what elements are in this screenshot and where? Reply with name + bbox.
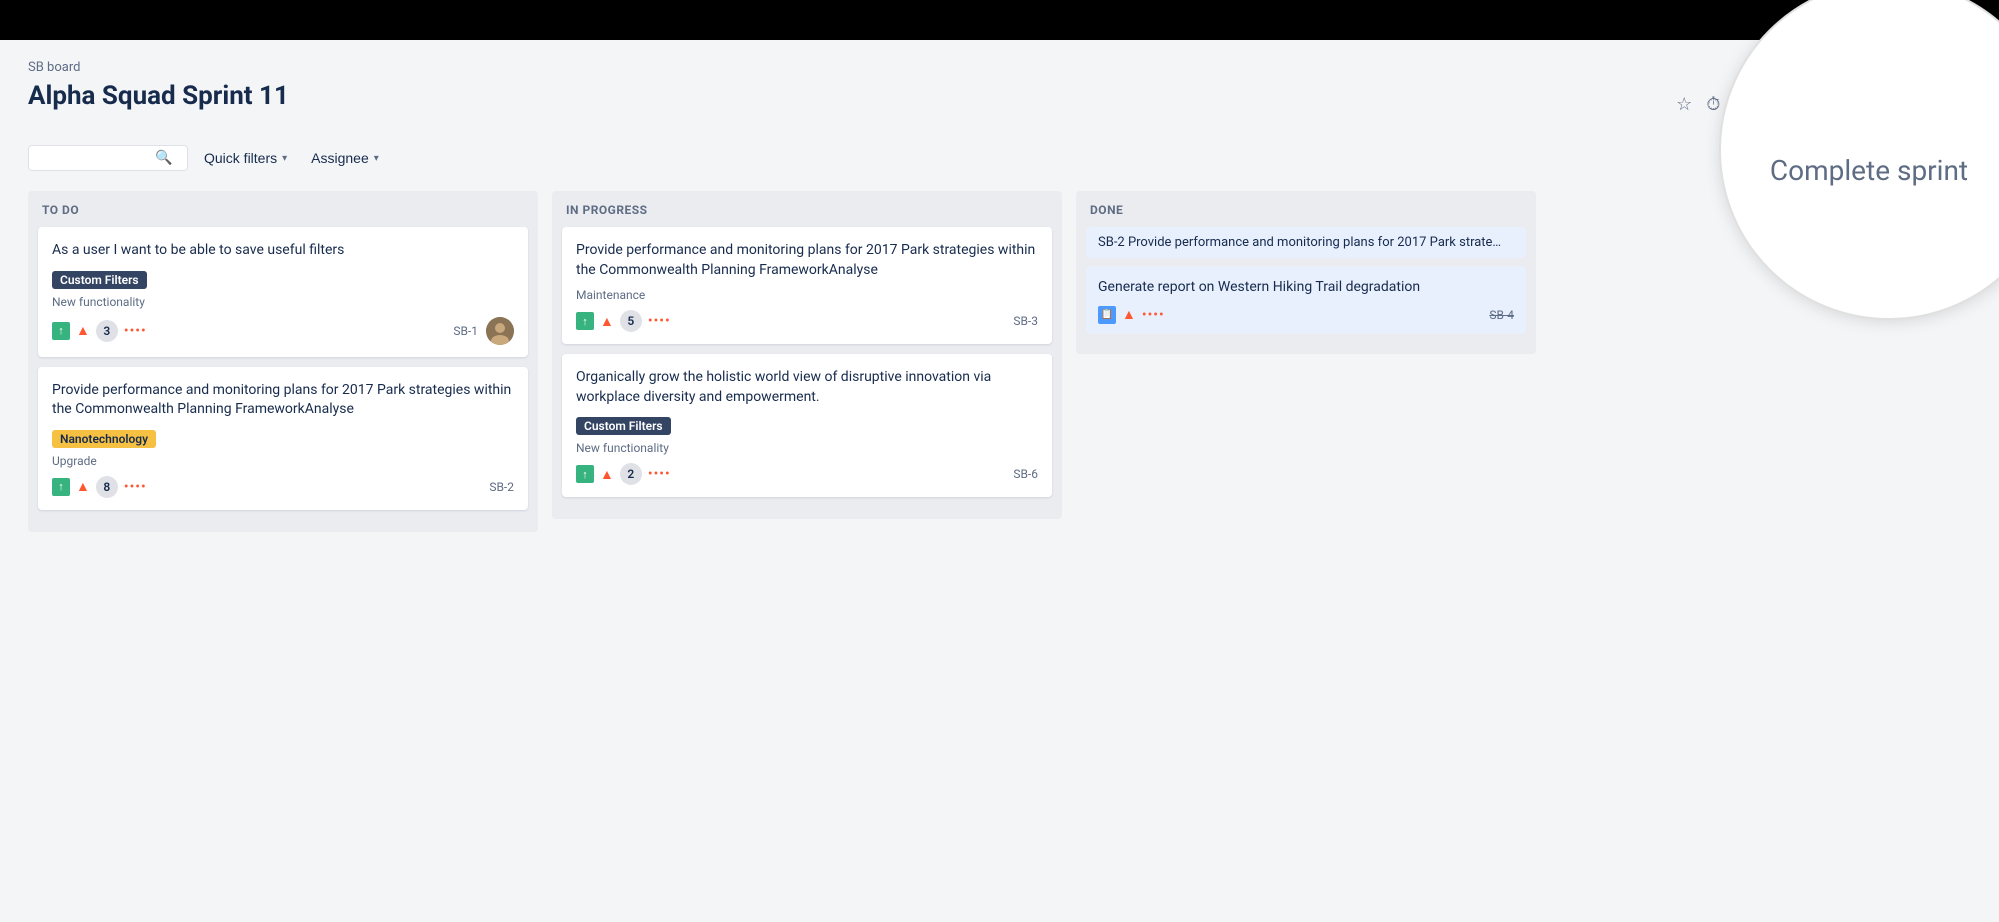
- story-points-sb6: 2: [620, 463, 642, 485]
- column-done: DONE SB-2 Provide performance and monito…: [1076, 191, 1536, 354]
- done-compact-title: SB-2 Provide performance and monitoring …: [1098, 235, 1514, 250]
- card-sb6-icons: ↑ ▲ 2 ••••: [576, 463, 671, 485]
- card-sb2-tag: Nanotechnology: [52, 430, 156, 448]
- card-sb2-footer: ↑ ▲ 8 •••• SB-2: [52, 476, 514, 498]
- days-label: 0 days: [1730, 96, 1771, 112]
- card-sb3: Provide performance and monitoring plans…: [562, 227, 1052, 344]
- card-sb2-type: Upgrade: [52, 454, 514, 468]
- header-row: Alpha Squad Sprint 11 ☆ ⏱ 0 days Complet…: [28, 81, 1971, 127]
- card-sb3-type: Maintenance: [576, 288, 1038, 302]
- search-input[interactable]: [39, 150, 149, 166]
- done-card-id: SB-4: [1489, 308, 1514, 322]
- card-sb6: Organically grow the holistic world view…: [562, 354, 1052, 497]
- story-icon-sb2: ↑: [52, 478, 70, 496]
- card-sb1-type: New functionality: [52, 295, 514, 309]
- story-points-sb1: 3: [96, 320, 118, 342]
- done-compact-card: SB-2 Provide performance and monitoring …: [1086, 227, 1526, 258]
- done-card-icons: 📋 ▲ ••••: [1098, 306, 1165, 324]
- card-id-sb3: SB-3: [1013, 314, 1038, 328]
- priority-icon: ▲: [76, 322, 90, 339]
- card-sb1: As a user I want to be able to save usef…: [38, 227, 528, 357]
- filter-row: 🔍 Quick filters ▾ Assignee ▾: [28, 145, 1971, 171]
- avatar-sb1: [486, 317, 514, 345]
- card-sb3-icons: ↑ ▲ 5 ••••: [576, 310, 671, 332]
- header-right: ☆ ⏱ 0 days Complete sprint ···: [1676, 88, 1971, 120]
- star-icon[interactable]: ☆: [1676, 94, 1692, 115]
- dots-sb6: ••••: [648, 466, 671, 482]
- done-full-card: Generate report on Western Hiking Trail …: [1086, 266, 1526, 334]
- header-title-section: SB board Alpha Squad Sprint 11 ☆ ⏱ 0 day…: [28, 60, 1971, 145]
- more-options-button[interactable]: ···: [1929, 93, 1971, 116]
- column-inprogress: IN PROGRESS Provide performance and moni…: [552, 191, 1062, 519]
- story-points-sb2: 8: [96, 476, 118, 498]
- priority-icon-sb2: ▲: [76, 478, 90, 495]
- card-id-sb1: SB-1: [453, 324, 478, 338]
- card-sb6-type: New functionality: [576, 441, 1038, 455]
- quick-filters-button[interactable]: Quick filters ▾: [196, 146, 295, 170]
- card-sb2: Provide performance and monitoring plans…: [38, 367, 528, 510]
- card-sb6-footer: ↑ ▲ 2 •••• SB-6: [576, 463, 1038, 485]
- assignee-label: Assignee: [311, 150, 369, 166]
- done-full-title: Generate report on Western Hiking Trail …: [1098, 278, 1514, 298]
- card-sb1-title: As a user I want to be able to save usef…: [52, 241, 514, 261]
- dots-sb2: ••••: [124, 479, 147, 495]
- priority-icon-sb3: ▲: [600, 313, 614, 330]
- card-sb1-icons: ↑ ▲ 3 ••••: [52, 320, 147, 342]
- card-id-sb6: SB-6: [1013, 467, 1038, 481]
- clock-row: ⏱ 0 days: [1706, 94, 1771, 115]
- card-id-sb2: SB-2: [489, 480, 514, 494]
- done-dots: ••••: [1142, 307, 1165, 323]
- column-inprogress-header: IN PROGRESS: [562, 203, 1052, 217]
- top-bar: [0, 0, 1999, 40]
- board: TO DO As a user I want to be able to sav…: [28, 191, 1971, 532]
- assignee-chevron: ▾: [374, 153, 379, 164]
- done-story-icon: 📋: [1098, 306, 1116, 324]
- search-box[interactable]: 🔍: [28, 145, 188, 171]
- dots-sb3: ••••: [648, 313, 671, 329]
- card-sb6-title: Organically grow the holistic world view…: [576, 368, 1038, 407]
- quick-filters-chevron: ▾: [282, 153, 287, 164]
- page-title: Alpha Squad Sprint 11: [28, 81, 289, 111]
- clock-icon: ⏱: [1706, 94, 1720, 115]
- page-wrapper: Complete sprint SB board Alpha Squad Spr…: [0, 40, 1999, 552]
- card-sb3-title: Provide performance and monitoring plans…: [576, 241, 1038, 280]
- card-sb3-footer: ↑ ▲ 5 •••• SB-3: [576, 310, 1038, 332]
- done-full-footer: 📋 ▲ •••• SB-4: [1098, 306, 1514, 324]
- search-icon: 🔍: [155, 150, 172, 166]
- card-sb1-footer: ↑ ▲ 3 •••• SB-1: [52, 317, 514, 345]
- quick-filters-label: Quick filters: [204, 150, 277, 166]
- priority-icon-sb6: ▲: [600, 466, 614, 483]
- breadcrumb: SB board: [28, 60, 1971, 75]
- assignee-filter-button[interactable]: Assignee ▾: [303, 146, 387, 170]
- story-icon-sb6: ↑: [576, 465, 594, 483]
- card-sb1-tag: Custom Filters: [52, 271, 147, 289]
- column-done-header: DONE: [1086, 203, 1526, 217]
- column-todo-header: TO DO: [38, 203, 528, 217]
- dots-sb1: ••••: [124, 323, 147, 339]
- done-priority-icon: ▲: [1122, 306, 1136, 323]
- card-sb6-tag: Custom Filters: [576, 417, 671, 435]
- story-points-sb3: 5: [620, 310, 642, 332]
- card-sb2-title: Provide performance and monitoring plans…: [52, 381, 514, 420]
- card-sb2-icons: ↑ ▲ 8 ••••: [52, 476, 147, 498]
- story-icon: ↑: [52, 322, 70, 340]
- column-todo: TO DO As a user I want to be able to sav…: [28, 191, 538, 532]
- story-icon-sb3: ↑: [576, 312, 594, 330]
- complete-sprint-button[interactable]: Complete sprint: [1785, 88, 1915, 120]
